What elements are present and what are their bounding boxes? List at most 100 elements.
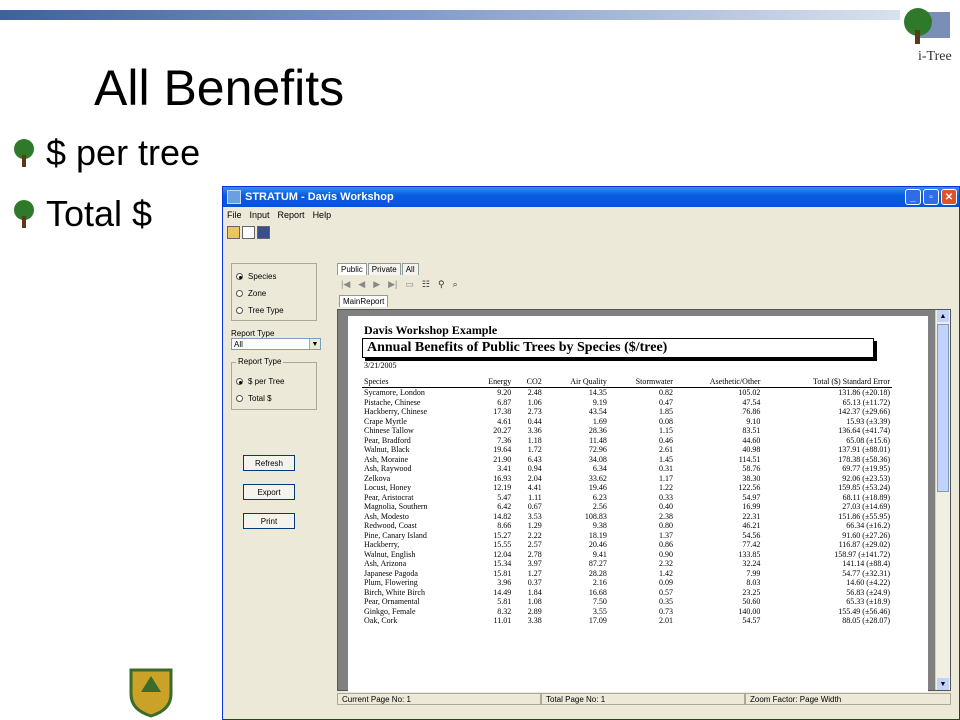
table-cell: 20.27 bbox=[493, 426, 512, 435]
tab-public[interactable]: Public bbox=[337, 263, 367, 275]
table-cell: 1.84 bbox=[527, 587, 542, 597]
scroll-up-icon[interactable]: ▲ bbox=[937, 310, 949, 322]
table-cell: 21.90 bbox=[493, 454, 512, 464]
table-row: Ginkgo, Female 8.32 2.89 3.55 0.73 140.00 155.… bbox=[362, 607, 892, 617]
print-button[interactable]: Print bbox=[243, 513, 295, 529]
table-cell: 1.11 bbox=[528, 492, 542, 502]
table-cell: 0.82 bbox=[658, 388, 673, 397]
table-cell: 76.86 bbox=[742, 407, 761, 416]
first-page-icon[interactable]: |◀ bbox=[341, 279, 350, 290]
save-icon[interactable] bbox=[257, 225, 270, 239]
table-cell: 2.22 bbox=[527, 530, 542, 540]
scroll-down-icon[interactable]: ▼ bbox=[937, 678, 949, 690]
table-row: Magnolia, Southern 6.42 0.67 2.56 0.40 16.99 2… bbox=[362, 502, 892, 512]
col-air-quality: Air Quality bbox=[543, 376, 609, 388]
table-row: Pear, Ornamental 5.81 1.08 7.50 0.35 50.60 65.… bbox=[362, 597, 892, 607]
table-cell: Hackberry, bbox=[364, 540, 400, 549]
table-cell: 20.46 bbox=[588, 540, 607, 549]
next-page-icon[interactable]: ▶ bbox=[373, 279, 380, 290]
refresh-button[interactable]: Refresh bbox=[243, 455, 295, 471]
maximize-button[interactable]: ▫ bbox=[923, 189, 939, 205]
menu-report[interactable]: Report bbox=[278, 210, 305, 220]
scroll-thumb[interactable] bbox=[937, 324, 949, 492]
table-cell: 1.37 bbox=[658, 530, 673, 540]
vertical-scrollbar[interactable]: ▲ ▼ bbox=[935, 310, 950, 690]
table-cell: 9.19 bbox=[592, 397, 607, 407]
table-cell: 47.54 bbox=[742, 397, 761, 407]
report-heading: Davis Workshop Example bbox=[364, 323, 498, 337]
tree-bullet-icon bbox=[14, 139, 34, 167]
col-co2: CO2 bbox=[513, 376, 544, 388]
table-cell: 5.47 bbox=[497, 492, 512, 502]
export-button[interactable]: Export bbox=[243, 484, 295, 500]
bullet-total: Total $ bbox=[10, 193, 152, 235]
tab-main-report[interactable]: MainReport bbox=[339, 295, 389, 307]
zoom-icon[interactable]: ⚲ bbox=[438, 279, 445, 290]
table-cell: Walnut, English bbox=[364, 549, 416, 559]
table-row: Locust, Honey 12.19 4.41 19.46 1.22 122.56 159… bbox=[362, 483, 892, 493]
table-cell: 46.21 bbox=[742, 521, 761, 530]
table-cell: Ash, Modesto bbox=[364, 511, 409, 521]
close-button[interactable]: ✕ bbox=[941, 189, 957, 205]
open-folder-icon[interactable] bbox=[227, 225, 240, 239]
table-cell: 15.93 (±3.39) bbox=[846, 416, 890, 426]
col-aesthetic: Asethetic/Other bbox=[674, 376, 763, 388]
radio-species[interactable]: Species bbox=[232, 268, 316, 285]
table-cell: 1.17 bbox=[658, 473, 673, 483]
table-cell: 0.86 bbox=[658, 540, 673, 549]
table-cell: Ash, Moraine bbox=[364, 454, 408, 464]
table-cell: 108.83 bbox=[584, 511, 607, 521]
table-cell: 1.18 bbox=[527, 435, 542, 445]
new-document-icon[interactable] bbox=[242, 225, 255, 239]
table-cell: 33.62 bbox=[588, 473, 607, 483]
table-cell: 8.66 bbox=[497, 521, 512, 530]
table-cell: 54.56 bbox=[742, 530, 761, 540]
table-row: Chinese Tallow 20.27 3.36 28.36 1.15 83.51 136… bbox=[362, 426, 892, 436]
table-cell: 0.37 bbox=[527, 578, 542, 587]
table-cell: 2.04 bbox=[527, 473, 542, 483]
tree-icon[interactable]: ☷ bbox=[422, 279, 430, 290]
tree-bullet-icon bbox=[14, 200, 34, 228]
tab-private[interactable]: Private bbox=[367, 263, 401, 275]
table-cell: 88.05 (±28.07) bbox=[842, 616, 890, 625]
menu-file[interactable]: File bbox=[227, 210, 242, 220]
table-row: Hackberry, Chinese 17.38 2.73 43.54 1.85 76.8… bbox=[362, 407, 892, 417]
tab-all[interactable]: All bbox=[401, 263, 419, 275]
prev-page-icon[interactable]: ◀ bbox=[358, 279, 365, 290]
table-cell: 131.86 (±20.18) bbox=[838, 388, 890, 397]
radio-total[interactable]: Total $ bbox=[232, 390, 316, 407]
table-cell: 0.57 bbox=[658, 587, 673, 597]
table-cell: Ash, Arizona bbox=[364, 559, 407, 568]
minimize-button[interactable]: _ bbox=[905, 189, 921, 205]
table-cell: Zelkova bbox=[364, 473, 391, 483]
report-type-label: Report Type bbox=[231, 329, 275, 338]
table-row: Hackberry, 15.55 2.57 20.46 0.86 77.42 116.87 … bbox=[362, 540, 892, 550]
radio-zone[interactable]: Zone bbox=[232, 285, 316, 302]
radio-tree-type[interactable]: Tree Type bbox=[232, 302, 316, 319]
chevron-down-icon: ▼ bbox=[309, 339, 320, 349]
table-cell: 122.56 bbox=[738, 483, 761, 492]
window-titlebar[interactable]: STRATUM - Davis Workshop _ ▫ ✕ bbox=[223, 187, 959, 207]
table-cell: 18.19 bbox=[588, 530, 607, 540]
menu-help[interactable]: Help bbox=[313, 210, 332, 220]
col-total: Total ($) Standard Error bbox=[762, 376, 892, 388]
radio-per-tree[interactable]: $ per Tree bbox=[232, 373, 316, 390]
table-cell: 16.68 bbox=[588, 587, 607, 597]
table-cell: 2.01 bbox=[658, 616, 673, 625]
table-cell: 0.94 bbox=[527, 464, 542, 473]
find-icon[interactable]: ⌕ bbox=[453, 279, 458, 290]
table-cell: 2.78 bbox=[527, 549, 542, 559]
report-type-select[interactable]: All ▼ bbox=[231, 338, 321, 350]
last-page-icon[interactable]: ▶| bbox=[388, 279, 397, 290]
table-cell: 3.96 bbox=[497, 578, 512, 587]
table-row: Plum, Flowering 3.96 0.37 2.16 0.09 8.03 14.60… bbox=[362, 578, 892, 588]
table-cell: 2.32 bbox=[658, 559, 673, 568]
menu-input[interactable]: Input bbox=[250, 210, 270, 220]
table-cell: 1.69 bbox=[592, 416, 607, 426]
page-icon[interactable]: ▭ bbox=[405, 279, 414, 290]
table-row: Redwood, Coast 8.66 1.29 9.38 0.80 46.21 66.34… bbox=[362, 521, 892, 531]
table-cell: 16.99 bbox=[742, 502, 761, 511]
table-cell: 1.42 bbox=[658, 568, 673, 578]
table-cell: 1.08 bbox=[527, 597, 542, 606]
table-cell: 8.03 bbox=[746, 578, 761, 587]
